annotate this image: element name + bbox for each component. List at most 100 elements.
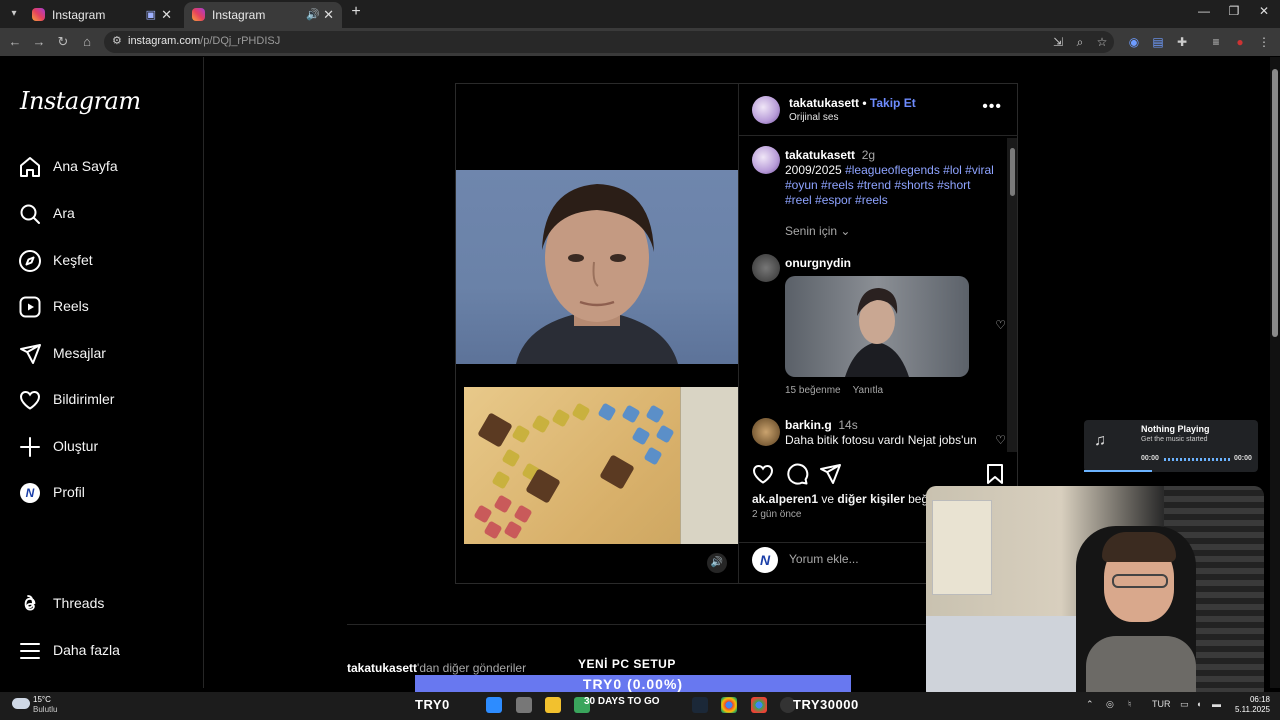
nav-create[interactable]: Oluştur (18, 433, 198, 463)
liked-by-others[interactable]: diğer kişiler (837, 492, 904, 506)
for-you-label: Senin için (785, 224, 838, 238)
speaker-icon[interactable]: 🔊 (306, 2, 320, 28)
more-posts-suffix: 'dan diğer gönderiler (417, 661, 527, 675)
liked-by-user[interactable]: ak.alperen1 (752, 492, 818, 506)
weather-temp[interactable]: 15°C (33, 695, 51, 704)
streamer-glasses (1112, 574, 1168, 588)
caption-avatar[interactable] (752, 146, 780, 174)
chrome-profile-icon[interactable] (751, 697, 767, 713)
scroll-thumb[interactable] (1010, 148, 1015, 196)
close-tab-icon[interactable]: ✕ (323, 2, 334, 28)
nav-search[interactable]: Ara (18, 200, 198, 230)
new-tab-button[interactable]: + (346, 3, 366, 21)
media-control-icon[interactable]: ≡ (1208, 34, 1224, 50)
music-time-end: 00:00 (1234, 455, 1252, 462)
nav-more[interactable]: Daha fazla (18, 637, 198, 667)
show-hidden-icons[interactable]: ⌃ (1086, 699, 1094, 710)
nav-profile[interactable]: N Profil (18, 479, 198, 509)
file-explorer-icon[interactable] (545, 697, 561, 713)
profile-icon[interactable]: ● (1232, 34, 1248, 50)
tray-app-icon[interactable]: ◎ (1106, 699, 1114, 710)
comments-scrollbar[interactable] (1007, 138, 1017, 452)
nav-reels[interactable]: Reels (18, 293, 198, 323)
tray-mic-icon[interactable]: ♮ (1128, 699, 1131, 710)
comments-scroll-area[interactable]: takatukasett 2g 2009/2025 #leagueoflegen… (739, 136, 1018, 452)
site-info-icon[interactable]: ⚙ (112, 34, 122, 47)
url-field[interactable]: ⚙ instagram.com/p/DQj_rPHDISJ (104, 31, 1114, 53)
portrait-illustration (516, 184, 678, 364)
like-heart-icon[interactable] (751, 462, 775, 486)
nav-explore[interactable]: Keşfet (18, 247, 198, 277)
menu-icon (20, 643, 40, 659)
page-scroll-thumb[interactable] (1272, 69, 1278, 337)
chrome-icon[interactable] (721, 697, 737, 713)
home-button-icon[interactable]: ⌂ (78, 33, 96, 51)
tab-title: Instagram (212, 8, 266, 22)
battery-icon[interactable]: ▬ (1212, 699, 1221, 709)
post-time: 2 gün önce (752, 509, 802, 520)
nav-threads[interactable]: Threads (18, 590, 198, 620)
post-media[interactable]: 🔊 (456, 84, 738, 583)
browser-tab-1[interactable]: Instagram ▣ ✕ (24, 2, 180, 28)
bookmark-star-icon[interactable]: ☆ (1094, 34, 1110, 50)
gif-illustration (845, 288, 909, 377)
comment-icon[interactable] (785, 462, 809, 486)
commenter-avatar[interactable] (752, 418, 780, 446)
comment-like-icon[interactable]: ♡ (995, 318, 1006, 332)
zoom-icon[interactable]: ⌕ (1072, 34, 1088, 50)
weather-desc[interactable]: Bulutlu (33, 705, 57, 714)
comment-like-icon[interactable]: ♡ (995, 433, 1006, 447)
more-posts-user[interactable]: takatukasett (347, 661, 417, 675)
extensions-puzzle-icon[interactable]: ✚ (1174, 34, 1190, 50)
task-view-icon[interactable] (516, 697, 532, 713)
volume-icon[interactable]: ◖ (1196, 699, 1201, 709)
back-icon[interactable]: ← (6, 33, 24, 51)
nav-home[interactable]: Ana Sayfa (18, 153, 198, 183)
install-app-icon[interactable]: ⇲ (1050, 34, 1066, 50)
chrome-menu-icon[interactable]: ⋮ (1256, 34, 1272, 50)
nav-messages[interactable]: Mesajlar (18, 340, 198, 370)
comment-input[interactable]: Yorum ekle... (789, 552, 859, 566)
portrait-image (456, 170, 738, 364)
reply-button[interactable]: Yanıtla (853, 385, 883, 396)
more-options-icon[interactable]: ••• (982, 98, 1002, 116)
audio-label[interactable]: Orijinal ses (789, 112, 838, 123)
network-icon[interactable]: ▭ (1180, 699, 1189, 710)
cloud-icon[interactable] (12, 698, 30, 709)
language-indicator[interactable]: TUR (1152, 699, 1171, 709)
taskbar-clock[interactable]: 06:18 5.11.2025 (1232, 695, 1270, 715)
extension-icon[interactable]: ◉ (1126, 34, 1142, 50)
close-window-icon[interactable]: ✕ (1254, 4, 1274, 18)
author-username[interactable]: takatukasett (789, 96, 859, 110)
translate-icon[interactable]: ▤ (1150, 34, 1166, 50)
page-scrollbar[interactable] (1270, 57, 1280, 688)
commenter-avatar[interactable] (752, 254, 780, 282)
for-you-dropdown[interactable]: Senin için ⌄ (785, 224, 850, 238)
address-bar: ← → ↻ ⌂ ⚙ instagram.com/p/DQj_rPHDISJ ⇲ … (0, 28, 1280, 56)
reload-icon[interactable]: ↻ (54, 33, 72, 51)
caption-username[interactable]: takatukasett (785, 148, 855, 162)
caption-text: 2009/2025 #leagueoflegends #lol #viral #… (785, 163, 1000, 208)
author-avatar[interactable] (752, 96, 780, 124)
close-tab-icon[interactable]: ✕ (161, 2, 172, 28)
restore-icon[interactable]: ❐ (1224, 4, 1244, 18)
comment-username[interactable]: onurgnydin (785, 256, 851, 270)
comment-likes[interactable]: 15 beğenme (785, 385, 841, 396)
share-icon[interactable] (818, 462, 842, 486)
follow-button[interactable]: Takip Et (870, 96, 916, 110)
comment-username[interactable]: barkin.g (785, 418, 832, 432)
nav-notifications[interactable]: Bildirimler (18, 386, 198, 416)
mute-button[interactable]: 🔊 (707, 553, 727, 573)
streamer-hair (1102, 532, 1176, 562)
steam-icon[interactable] (692, 697, 708, 713)
tab-search-icon[interactable]: ▾ (6, 6, 22, 22)
minimize-icon[interactable]: — (1194, 4, 1214, 18)
send-icon (20, 344, 41, 364)
music-progress-bar (1084, 470, 1152, 472)
forward-icon[interactable]: → (30, 33, 48, 51)
start-windows-icon[interactable] (486, 697, 502, 713)
save-bookmark-icon[interactable] (983, 462, 1007, 486)
instagram-logo[interactable]: Instagram (20, 87, 141, 115)
browser-tab-2[interactable]: Instagram 🔊 ✕ (184, 2, 342, 28)
home-icon (20, 157, 40, 177)
